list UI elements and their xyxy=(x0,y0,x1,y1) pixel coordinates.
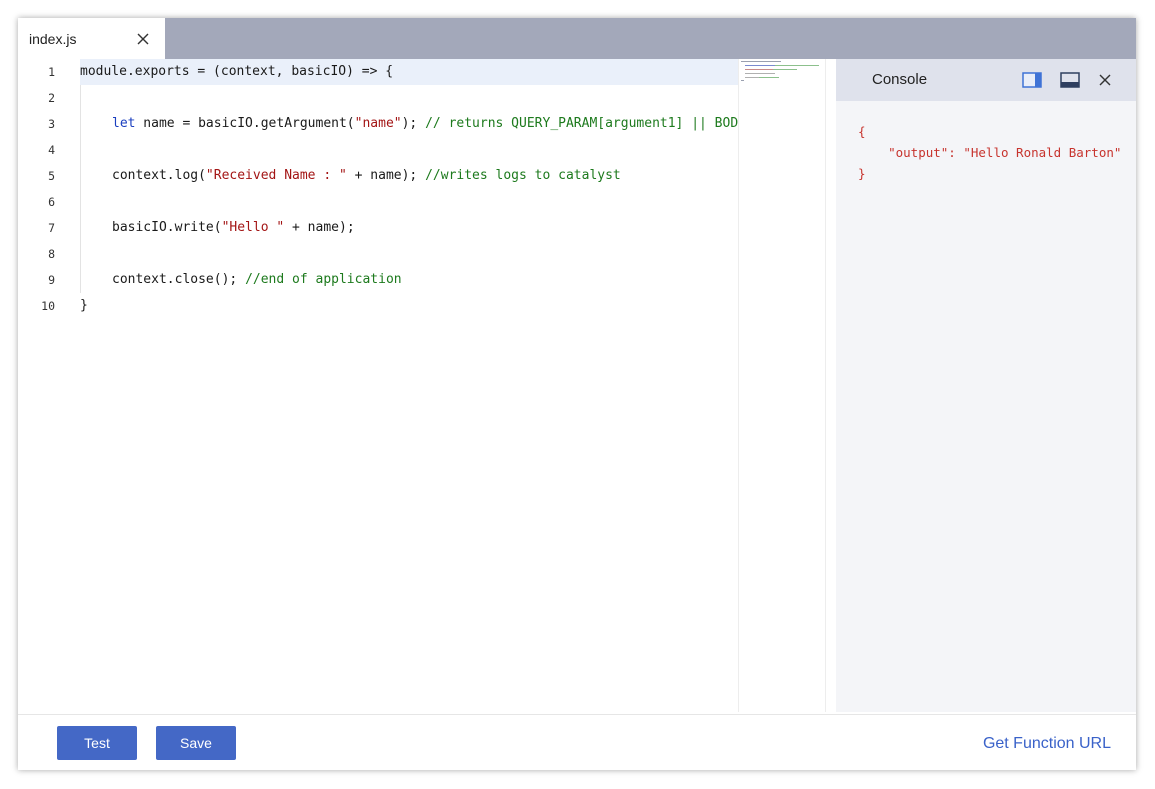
code-comment: // returns QUERY_PARAM[argument1] || BOD… xyxy=(425,116,738,131)
tab-index-js[interactable]: index.js xyxy=(18,18,165,59)
minimap-line xyxy=(741,61,781,62)
console-output: { "output": "Hello Ronald Barton"} xyxy=(858,124,1122,181)
footer-bar: Test Save Get Function URL xyxy=(18,714,1136,770)
code-line[interactable]: } xyxy=(80,293,88,319)
minimap-line xyxy=(745,65,775,66)
line-number: 6 xyxy=(48,195,55,209)
code-line[interactable]: module.exports = (context, basicIO) => { xyxy=(80,59,393,85)
indent-guide xyxy=(80,85,81,293)
minimap-line xyxy=(745,77,759,78)
minimap-line xyxy=(741,80,744,81)
line-number-gutter: 1 2 3 4 5 6 7 8 9 10 xyxy=(18,59,74,712)
string-literal: "name" xyxy=(354,116,402,131)
console-panel: Console { "output": "Hello Ronald Barton… xyxy=(836,59,1136,712)
editor-window: index.js 1 2 3 4 5 6 7 8 9 10 module.exp… xyxy=(18,18,1136,770)
string-literal: "Received Name : " xyxy=(205,168,347,183)
code-line[interactable]: basicIO.write("Hello " + name); xyxy=(112,215,355,241)
dock-bottom-icon[interactable] xyxy=(1060,72,1080,88)
line-number: 3 xyxy=(48,117,55,131)
minimap-line xyxy=(745,73,775,74)
code-line[interactable]: let name = basicIO.getArgument("name"); … xyxy=(112,111,738,137)
line-number: 2 xyxy=(48,91,55,105)
code-line[interactable]: context.log("Received Name : " + name); … xyxy=(112,163,621,189)
line-number: 8 xyxy=(48,247,55,261)
minimap-line xyxy=(759,77,779,78)
console-header: Console xyxy=(836,59,1136,101)
tab-bar: index.js xyxy=(18,18,1136,59)
minimap-line xyxy=(745,69,773,70)
line-number: 7 xyxy=(48,221,55,235)
code-line[interactable]: context.close(); //end of application xyxy=(112,267,402,293)
code-minimap[interactable] xyxy=(738,59,826,712)
dock-right-icon[interactable] xyxy=(1022,72,1042,88)
code-area[interactable]: module.exports = (context, basicIO) => {… xyxy=(80,59,738,712)
line-number: 10 xyxy=(41,299,55,313)
code-comment: //writes logs to catalyst xyxy=(425,168,621,183)
code-comment: //end of application xyxy=(245,272,402,287)
tab-label: index.js xyxy=(29,30,77,47)
line-number: 9 xyxy=(48,273,55,287)
close-icon[interactable] xyxy=(1096,71,1114,89)
line-number: 4 xyxy=(48,143,55,157)
keyword: let xyxy=(112,116,136,131)
string-literal: "Hello " xyxy=(221,220,285,235)
minimap-line xyxy=(775,65,819,66)
console-title: Console xyxy=(872,71,928,88)
line-number: 1 xyxy=(48,65,55,79)
save-button[interactable]: Save xyxy=(156,726,236,760)
line-number: 5 xyxy=(48,169,55,183)
close-icon[interactable] xyxy=(134,30,152,48)
code-editor[interactable]: 1 2 3 4 5 6 7 8 9 10 module.exports = (c… xyxy=(18,59,836,712)
test-button[interactable]: Test xyxy=(57,726,137,760)
get-function-url-link[interactable]: Get Function URL xyxy=(983,735,1111,753)
minimap-line xyxy=(773,69,797,70)
